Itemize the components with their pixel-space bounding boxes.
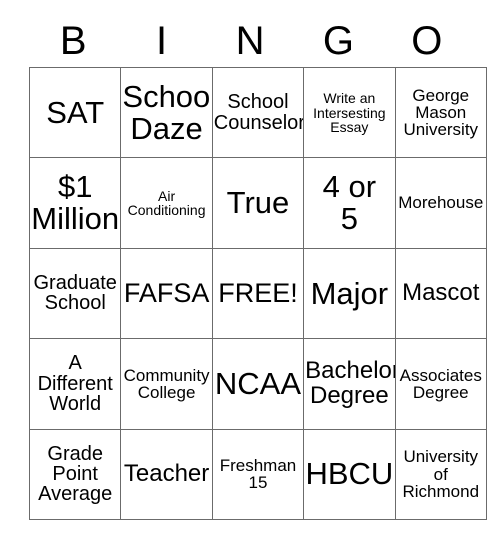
bingo-cell-label: University of Richmond [402, 447, 480, 501]
bingo-header-letter-n: N [235, 18, 265, 63]
bingo-row: SAT School Daze School Counselor Write a… [28, 66, 487, 159]
bingo-cell-label: FAFSA [123, 277, 210, 308]
bingo-cell-g3[interactable]: Major [303, 247, 396, 340]
bingo-cell-o4[interactable]: Associates Degree [394, 338, 487, 430]
bingo-row: A Different World Community College NCAA… [28, 338, 487, 430]
bingo-cell-label: George Mason University [403, 85, 479, 140]
bingo-cell-label: NCAA [214, 366, 302, 402]
bingo-cell-b3[interactable]: Graduate School [28, 247, 122, 340]
bingo-cell-g4[interactable]: Bachelor Degree [303, 338, 396, 430]
bingo-cell-label: Morehouse [398, 193, 484, 213]
bingo-cell-label: Freshman 15 [219, 455, 297, 493]
bingo-cell-n5[interactable]: Freshman 15 [211, 428, 305, 520]
bingo-cell-label: Major [310, 275, 389, 311]
bingo-cell-n2[interactable]: True [211, 157, 305, 249]
bingo-cell-n4[interactable]: NCAA [211, 338, 305, 430]
bingo-cell-o3[interactable]: Mascot [394, 247, 487, 340]
bingo-cell-g5[interactable]: HBCU [303, 428, 396, 520]
bingo-cell-label: Community College [123, 365, 210, 402]
bingo-cell-i4[interactable]: Community College [120, 338, 213, 430]
bingo-cell-label: Air Conditioning [127, 187, 206, 219]
bingo-header-letter-o: O [411, 18, 443, 63]
bingo-cell-i5[interactable]: Teacher [120, 428, 213, 520]
bingo-card: B I N G O SAT School Daze School Counsel… [28, 14, 487, 520]
bingo-cell-label: $1 Million [31, 169, 120, 237]
bingo-row: Grade Point Average Teacher Freshman 15 … [28, 428, 487, 520]
bingo-cell-label: School Counselor [213, 91, 304, 134]
bingo-cell-label: Write an Intersesting Essay [313, 90, 386, 135]
bingo-cell-i2[interactable]: Air Conditioning [120, 157, 213, 249]
bingo-cell-i3[interactable]: FAFSA [120, 247, 213, 340]
bingo-row: Graduate School FAFSA FREE! Major Mascot [28, 247, 487, 340]
bingo-cell-b5[interactable]: Grade Point Average [28, 428, 122, 520]
bingo-cell-label: 4 or 5 [322, 169, 377, 237]
bingo-cell-label: Teacher [123, 460, 210, 488]
bingo-cell-label: A Different World [37, 352, 113, 416]
bingo-cell-label: Associates Degree [399, 365, 482, 402]
bingo-cell-label: True [226, 185, 290, 221]
bingo-cell-i1[interactable]: School Daze [120, 66, 213, 159]
bingo-cell-b2[interactable]: $1 Million [28, 157, 122, 249]
bingo-cell-b4[interactable]: A Different World [28, 338, 122, 430]
bingo-cell-o2[interactable]: Morehouse [394, 157, 487, 249]
bingo-cell-label: Mascot [402, 279, 480, 307]
bingo-cell-b1[interactable]: SAT [28, 66, 122, 159]
bingo-header-letter-i: I [156, 18, 168, 63]
bingo-cell-label: HBCU [305, 456, 394, 492]
bingo-header: B I N G O [29, 14, 471, 67]
bingo-cell-g1[interactable]: Write an Intersesting Essay [303, 66, 396, 159]
bingo-cell-g2[interactable]: 4 or 5 [303, 157, 396, 249]
bingo-cell-label: FREE! [218, 277, 298, 308]
bingo-header-letter-b: B [59, 18, 87, 63]
bingo-cell-label: Bachelor Degree [305, 357, 396, 409]
bingo-cell-o1[interactable]: George Mason University [394, 66, 487, 159]
bingo-cell-label: Grade Point Average [38, 442, 113, 506]
bingo-cell-o5[interactable]: University of Richmond [394, 428, 487, 520]
bingo-cell-label: School Daze [122, 79, 213, 146]
bingo-grid: SAT School Daze School Counselor Write a… [28, 66, 487, 520]
bingo-cell-n1[interactable]: School Counselor [211, 66, 305, 159]
bingo-cell-free[interactable]: FREE! [211, 247, 305, 340]
bingo-header-letter-g: G [322, 18, 354, 63]
bingo-row: $1 Million Air Conditioning True 4 or 5 … [28, 157, 487, 249]
bingo-cell-label: SAT [46, 94, 105, 130]
bingo-cell-label: Graduate School [33, 272, 117, 315]
